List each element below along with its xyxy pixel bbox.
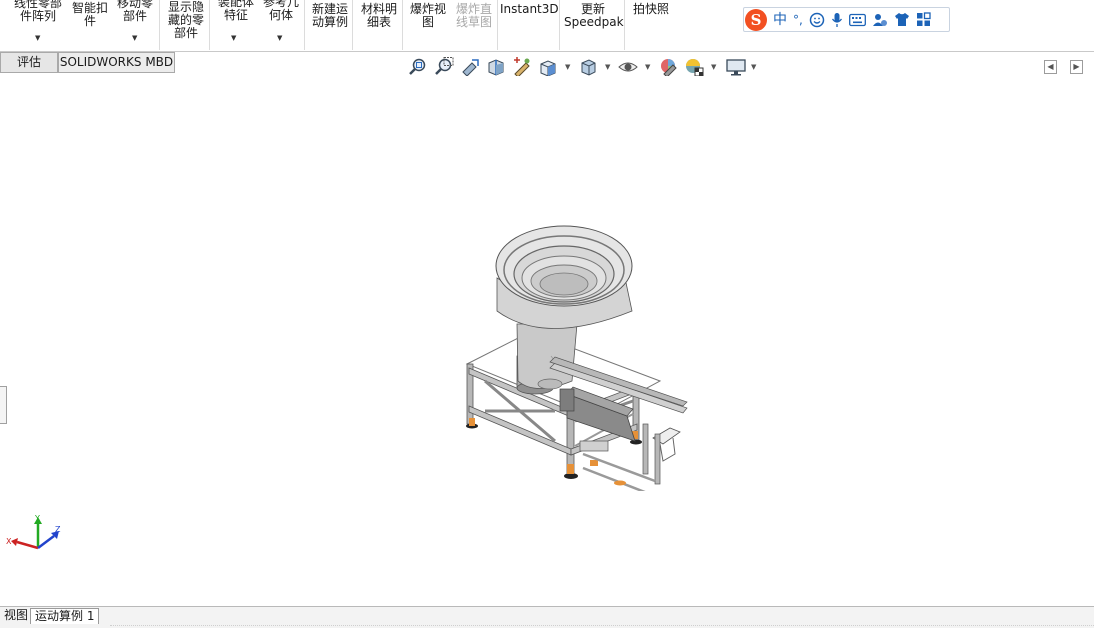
ribbon-group-show-hidden: 显示隐 藏的零 部件: [160, 0, 210, 50]
ribbon-group-snapshot: 拍快照: [625, 0, 677, 50]
tab-evaluate[interactable]: 评估: [0, 52, 58, 73]
bill-of-materials-button[interactable]: 材料明 细表: [357, 3, 401, 29]
new-motion-study-button[interactable]: 新建运 动算例: [308, 3, 352, 29]
zoom-to-fit-icon[interactable]: [408, 57, 428, 77]
chevron-down-icon[interactable]: ▼: [751, 63, 756, 71]
exploded-view-button[interactable]: 爆炸视 图: [406, 3, 450, 29]
collapse-left-panel-icon[interactable]: ◀: [1044, 60, 1057, 74]
solidworks-window: 线性零部 件阵列 ▼ 智能扣 件 移动零 部件 ▼ 显示隐 藏的零 部件 装配体…: [0, 0, 1094, 628]
expand-right-panel-icon[interactable]: ▶: [1070, 60, 1083, 74]
zoom-to-area-icon[interactable]: [434, 57, 454, 77]
reference-triad: Y X Z: [6, 514, 61, 550]
chevron-down-icon[interactable]: ▼: [605, 63, 610, 71]
reference-geometry-button[interactable]: 参考几 何体: [260, 0, 302, 22]
dynamic-annotation-icon[interactable]: [512, 57, 532, 77]
sogou-logo-icon[interactable]: S: [745, 8, 767, 31]
ribbon-group-speedpak: 更新 Speedpak: [560, 0, 625, 50]
heads-up-view-toolbar: ▼ ▼ ▼ ▼ ▼: [408, 57, 768, 77]
triad-x-label: X: [6, 537, 12, 546]
sogou-ime-toolbar: S 中 °,: [743, 7, 950, 32]
ime-punctuation-toggle[interactable]: °,: [793, 9, 803, 31]
ribbon-group-components: 线性零部 件阵列 ▼ 智能扣 件 移动零 部件 ▼: [0, 0, 160, 50]
tab-motion-study-1[interactable]: 运动算例 1: [30, 608, 100, 624]
hide-show-items-icon[interactable]: [618, 57, 638, 77]
chevron-down-icon[interactable]: ▼: [565, 63, 570, 71]
graphics-area[interactable]: Y X Z: [0, 76, 1094, 606]
move-component-button[interactable]: 移动零 部件: [114, 0, 156, 23]
instant3d-button[interactable]: Instant3D: [500, 3, 559, 16]
chevron-down-icon[interactable]: ▼: [711, 63, 716, 71]
microphone-icon[interactable]: [831, 12, 843, 28]
show-hidden-components-button[interactable]: 显示隐 藏的零 部件: [164, 1, 208, 40]
ribbon-group-motion: 新建运 动算例: [305, 0, 353, 50]
display-style-icon[interactable]: [578, 57, 598, 77]
apply-scene-icon[interactable]: [684, 57, 704, 77]
update-speedpak-button[interactable]: 更新 Speedpak: [564, 3, 624, 29]
keyboard-icon[interactable]: [848, 13, 866, 27]
triad-z-label: Z: [55, 525, 61, 534]
smart-fasteners-button[interactable]: 智能扣 件: [70, 2, 110, 28]
triad-y-label: Y: [34, 514, 40, 523]
assembly-model[interactable]: [455, 206, 695, 491]
feature-tree-flyout-handle[interactable]: [0, 386, 7, 424]
explode-line-sketch-button[interactable]: 爆炸直 线草图: [452, 3, 496, 29]
chevron-down-icon[interactable]: ▼: [35, 34, 40, 42]
ribbon-group-features: 装配体 特征 ▼ 参考几 何体 ▼: [210, 0, 305, 50]
chevron-down-icon[interactable]: ▼: [645, 63, 650, 71]
previous-view-icon[interactable]: [460, 57, 480, 77]
section-view-icon[interactable]: [486, 57, 506, 77]
edit-appearance-icon[interactable]: [658, 57, 678, 77]
emoji-icon[interactable]: [809, 12, 825, 28]
bottom-tab-bar: 视图 运动算例 1: [0, 606, 1094, 628]
skin-shirt-icon[interactable]: [894, 12, 910, 27]
tab-model-view[interactable]: 视图: [0, 608, 34, 624]
ime-mode-toggle[interactable]: 中: [773, 9, 787, 31]
linear-pattern-button[interactable]: 线性零部 件阵列: [12, 0, 64, 23]
take-snapshot-button[interactable]: 拍快照: [627, 3, 675, 16]
ribbon-group-instant3d: Instant3D: [498, 0, 560, 50]
ribbon-group-exploded: 爆炸视 图 爆炸直 线草图: [403, 0, 498, 50]
chevron-down-icon[interactable]: ▼: [277, 34, 282, 42]
tab-solidworks-mbd[interactable]: SOLIDWORKS MBD: [58, 52, 175, 73]
command-manager-ribbon: 线性零部 件阵列 ▼ 智能扣 件 移动零 部件 ▼ 显示隐 藏的零 部件 装配体…: [0, 0, 1094, 52]
user-tools-icon[interactable]: [872, 12, 888, 28]
assembly-features-button[interactable]: 装配体 特征: [214, 0, 258, 22]
chevron-down-icon[interactable]: ▼: [132, 34, 137, 42]
ribbon-group-bom: 材料明 细表: [353, 0, 403, 50]
apps-grid-icon[interactable]: [916, 12, 931, 27]
chevron-down-icon[interactable]: ▼: [231, 34, 236, 42]
view-orientation-icon[interactable]: [538, 57, 558, 77]
view-settings-icon[interactable]: [726, 57, 746, 77]
